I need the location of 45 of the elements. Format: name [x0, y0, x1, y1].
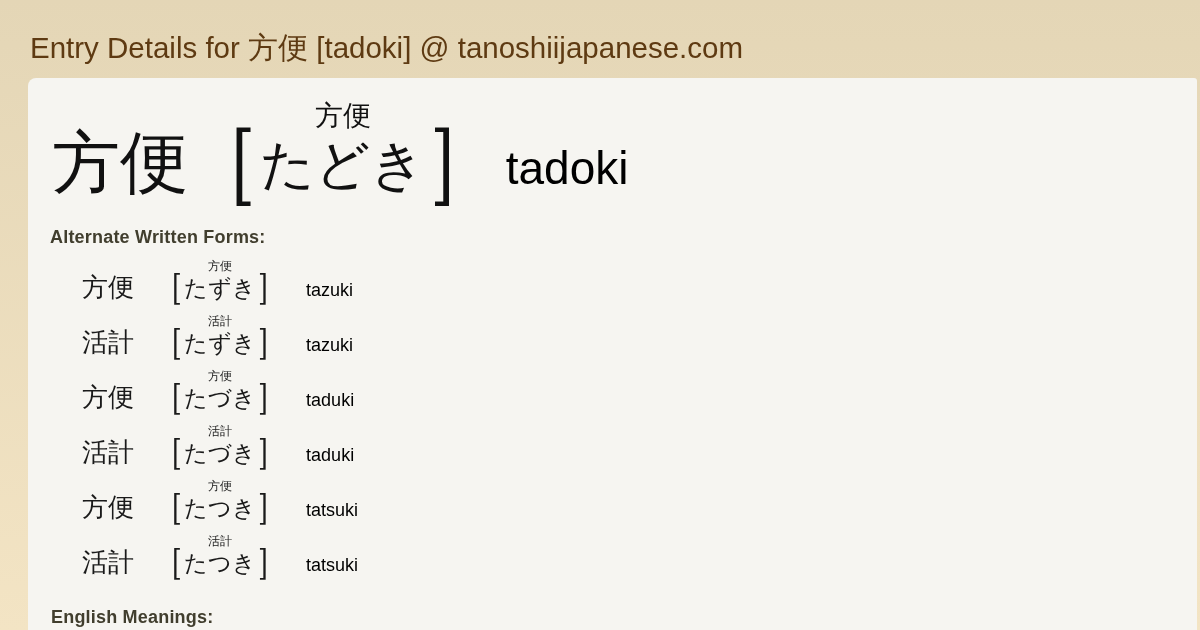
romaji-text: tatsuki	[306, 499, 359, 521]
entry-kanji: 活計	[82, 546, 135, 578]
romaji-text: tadoki	[505, 142, 629, 194]
entry-kanji: 活計	[82, 326, 135, 358]
section-heading: Alternate Written Forms:	[50, 226, 267, 248]
open-bracket: [	[172, 433, 182, 473]
close-bracket: ]	[258, 268, 268, 308]
entry-kanji: 活計	[82, 436, 135, 468]
open-bracket: [	[172, 323, 182, 363]
furigana-text: 活計	[208, 315, 233, 328]
reading-text: たずき	[184, 274, 257, 303]
reading-text: たづき	[184, 439, 257, 468]
reading-text: たづき	[184, 384, 257, 413]
close-bracket: ]	[258, 488, 268, 528]
reading-text: たどき	[260, 132, 426, 198]
entry-kanji: 方便	[82, 381, 135, 413]
furigana-text: 方便	[314, 100, 371, 132]
entry-kanji: 方便	[82, 491, 135, 523]
open-bracket: [	[172, 488, 182, 528]
page-title: Entry Details for 方便 [tadoki] @ tanoshiijapanese.com	[30, 31, 744, 65]
furigana-text: 活計	[208, 535, 233, 548]
close-bracket: ]	[258, 378, 268, 418]
entry-kanji: 方便	[82, 271, 135, 303]
romaji-text: tatsuki	[306, 554, 359, 576]
open-bracket: [	[172, 543, 182, 583]
entry-kanji: 方便	[52, 125, 188, 201]
open-bracket: [	[172, 268, 182, 308]
furigana-text: 方便	[208, 370, 233, 383]
romaji-text: tazuki	[306, 334, 354, 356]
furigana-text: 方便	[208, 480, 233, 493]
close-bracket: ]	[430, 116, 455, 212]
close-bracket: ]	[258, 433, 268, 473]
reading-text: たつき	[184, 494, 257, 523]
furigana-text: 活計	[208, 425, 233, 438]
romaji-text: tazuki	[306, 279, 354, 301]
furigana-text: 方便	[208, 260, 233, 273]
open-bracket: [	[172, 378, 182, 418]
section-heading: English Meanings:	[51, 607, 215, 627]
reading-text: たずき	[184, 329, 257, 358]
romaji-text: taduki	[306, 389, 355, 411]
close-bracket: ]	[258, 543, 268, 583]
romaji-text: taduki	[306, 444, 355, 466]
close-bracket: ]	[258, 323, 268, 363]
reading-text: たつき	[184, 549, 257, 578]
open-bracket: [	[231, 116, 256, 212]
